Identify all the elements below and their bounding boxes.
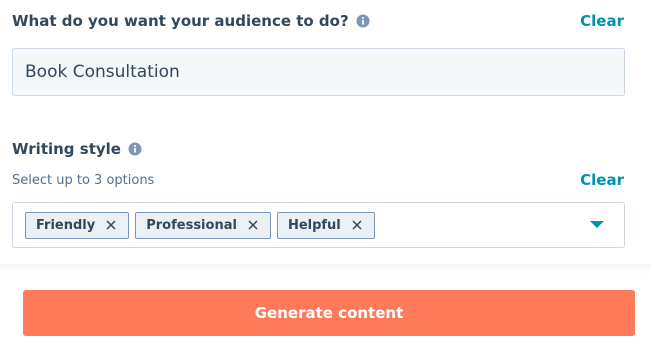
tag-label: Friendly — [36, 217, 96, 233]
close-icon[interactable] — [350, 218, 364, 232]
close-icon[interactable] — [246, 218, 260, 232]
tag-friendly: Friendly — [25, 211, 130, 239]
writing-style-clear-link[interactable]: Clear — [580, 171, 624, 189]
tag-label: Professional — [146, 217, 237, 233]
generate-content-button[interactable]: Generate content — [23, 290, 635, 336]
audience-input[interactable]: Book Consultation — [12, 48, 625, 96]
writing-style-multiselect[interactable]: Friendly Professional Helpful — [12, 202, 625, 248]
content-generator-form: What do you want your audience to do? Cl… — [0, 0, 650, 348]
writing-style-label-row: Writing style — [12, 138, 624, 160]
tag-helpful: Helpful — [276, 211, 375, 239]
close-icon[interactable] — [104, 218, 118, 232]
info-icon[interactable] — [356, 14, 370, 28]
audience-clear-link[interactable]: Clear — [580, 12, 624, 30]
tag-label: Helpful — [287, 217, 341, 233]
info-icon[interactable] — [128, 142, 142, 156]
tag-professional: Professional — [135, 211, 271, 239]
writing-style-helper-text: Select up to 3 options — [12, 172, 155, 188]
writing-style-label: Writing style — [12, 140, 121, 158]
audience-label-row: What do you want your audience to do? Cl… — [12, 10, 624, 32]
chevron-down-icon[interactable] — [590, 221, 604, 228]
audience-label: What do you want your audience to do? — [12, 12, 349, 30]
audience-input-value: Book Consultation — [25, 62, 180, 82]
writing-style-helper-row: Select up to 3 options Clear — [12, 169, 624, 191]
footer-divider — [0, 264, 650, 274]
